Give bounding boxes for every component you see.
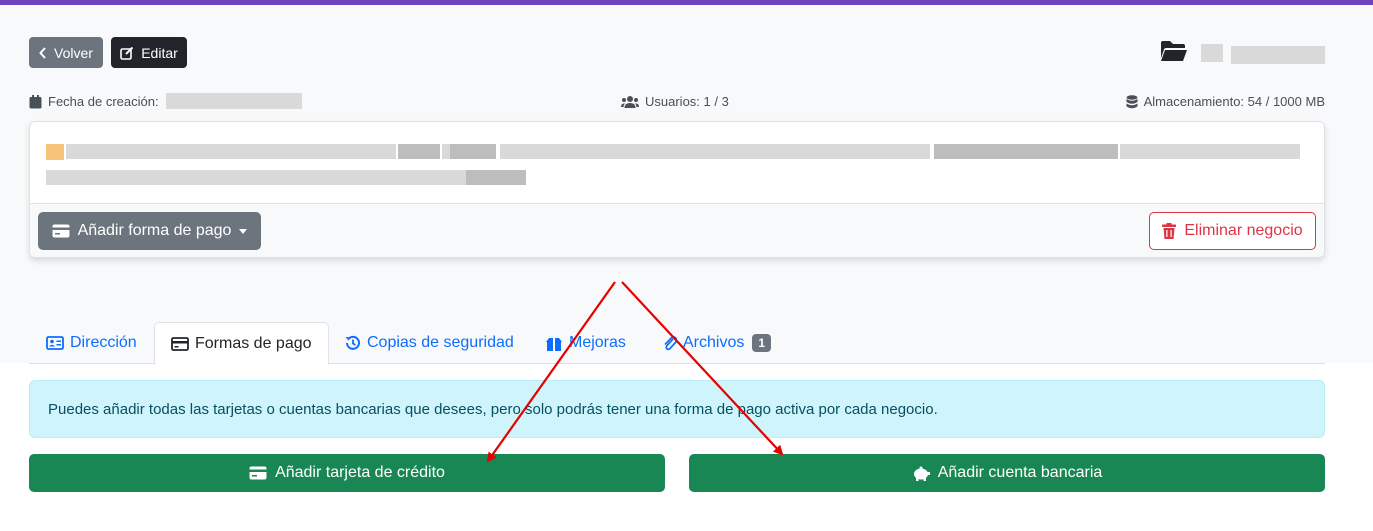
annotation-arrows bbox=[486, 281, 784, 463]
annotation-arrow-right bbox=[621, 281, 784, 456]
annotation-arrow-left bbox=[486, 281, 616, 463]
